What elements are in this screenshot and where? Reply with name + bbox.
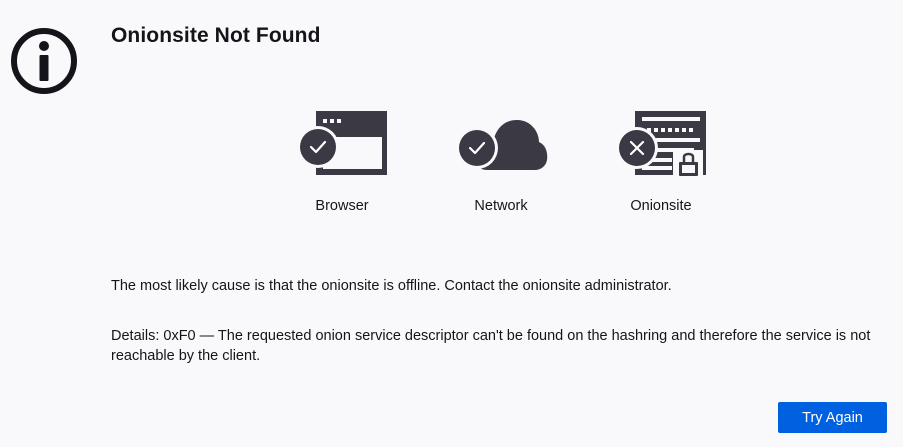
info-icon — [11, 28, 77, 94]
diagram-browser: Browser — [282, 108, 402, 215]
diagram-network-label: Network — [474, 198, 528, 214]
cause-message: The most likely cause is that the onions… — [111, 278, 672, 294]
page-title: Onionsite Not Found — [111, 24, 321, 47]
diagram-onionsite: Onionsite — [601, 108, 721, 215]
details-message: Details: 0xF0 — The requested onion serv… — [111, 328, 871, 364]
diagram-browser-label: Browser — [315, 198, 369, 214]
check-badge-icon — [297, 126, 339, 168]
error-page: Onionsite Not Found Browser Network Onio… — [0, 0, 903, 447]
onionsite-graphic — [611, 108, 711, 180]
diagram-network: Network — [441, 108, 561, 215]
network-graphic — [451, 108, 551, 180]
error-badge-icon — [616, 127, 658, 169]
diagram-onionsite-label: Onionsite — [630, 198, 692, 214]
check-badge-icon — [456, 127, 498, 169]
browser-graphic — [292, 108, 392, 180]
try-again-button[interactable]: Try Again — [778, 402, 887, 433]
